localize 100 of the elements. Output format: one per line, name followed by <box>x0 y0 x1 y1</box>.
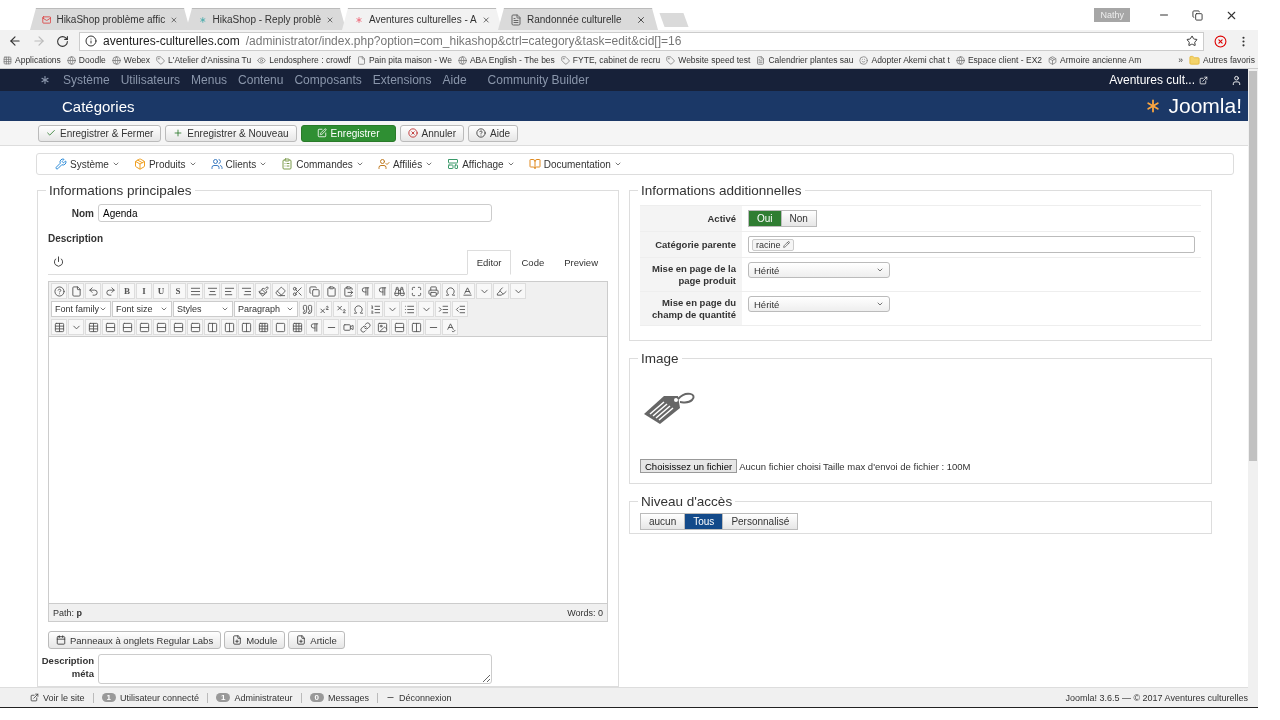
format-button[interactable]: U <box>153 283 169 299</box>
rows-icon[interactable] <box>170 319 186 335</box>
align-right-icon[interactable] <box>238 283 254 299</box>
table-icon[interactable] <box>85 319 101 335</box>
logout-link[interactable]: Déconnexion <box>386 692 460 703</box>
admin-menu-item[interactable]: Community Builder <box>487 73 589 87</box>
rows-icon[interactable] <box>136 319 152 335</box>
format-select[interactable]: Paragraph <box>234 301 298 317</box>
more-bookmarks[interactable]: » <box>1178 55 1184 65</box>
rich-text-editor[interactable]: B I U S Font family Font size Styles Paragraph Path: p Words: 0 <box>48 281 608 622</box>
toolbar-button[interactable]: Annuler <box>399 124 464 142</box>
rows-icon[interactable] <box>153 319 169 335</box>
format-button[interactable]: I <box>136 283 152 299</box>
status-item[interactable]: 1 Administrateur <box>216 692 302 703</box>
paste-icon[interactable] <box>323 283 339 299</box>
new-document-icon[interactable] <box>68 283 84 299</box>
bookmark[interactable]: Pain pita maison - We <box>356 55 452 65</box>
columns-icon[interactable] <box>408 319 424 335</box>
text-color-icon[interactable] <box>459 283 475 299</box>
editor-button[interactable]: Panneaux à onglets Regular Labs <box>48 631 222 649</box>
admin-menu-item[interactable]: Extensions <box>372 73 432 87</box>
toggle-option[interactable]: Non <box>780 210 817 227</box>
print-icon[interactable] <box>425 283 441 299</box>
site-link[interactable]: Aventures cult... <box>1109 73 1208 87</box>
format-select[interactable]: Font size <box>112 301 172 317</box>
rows-icon[interactable] <box>187 319 203 335</box>
component-menu-item[interactable]: Produits <box>133 158 197 170</box>
bookmark[interactable]: Applications <box>3 55 61 65</box>
parent-category-field[interactable]: racine <box>748 236 1195 253</box>
copy-icon[interactable] <box>306 283 322 299</box>
admin-menu-item[interactable]: Contenu <box>238 73 284 87</box>
browser-tab[interactable]: HikaShop - Reply problè <box>186 8 346 30</box>
subscript-icon[interactable] <box>333 301 349 317</box>
layout-select[interactable]: Hérité <box>748 262 890 278</box>
pilcrow-icon[interactable] <box>357 283 373 299</box>
bookmark-folder[interactable]: Autres favoris <box>1189 54 1255 66</box>
admin-menu-item[interactable]: Aide <box>442 73 467 87</box>
image-icon[interactable] <box>374 319 390 335</box>
media-icon[interactable] <box>340 319 356 335</box>
power-icon[interactable] <box>53 256 64 267</box>
bullet-list-icon[interactable] <box>401 301 417 317</box>
admin-menu-item[interactable]: Menus <box>191 73 228 87</box>
character-icon[interactable] <box>350 301 366 317</box>
format-select[interactable]: Styles <box>173 301 233 317</box>
choose-file-button[interactable]: Choisissez un fichier <box>640 459 738 473</box>
component-menu-item[interactable]: Affiliés <box>377 158 434 170</box>
highlighter-icon[interactable] <box>493 283 509 299</box>
browser-tab[interactable]: Aventures culturelles - A <box>342 8 502 30</box>
editor-button[interactable]: Article <box>288 631 345 649</box>
bookmark[interactable]: L'Atelier d'Anissina Tu <box>156 55 252 65</box>
editor-tab[interactable]: Editor <box>466 250 512 275</box>
redo-icon[interactable] <box>102 283 118 299</box>
view-site-link[interactable]: Voir le site <box>30 692 94 703</box>
access-option[interactable]: aucun <box>640 513 686 530</box>
pilcrow-icon[interactable] <box>306 319 322 335</box>
bookmark[interactable]: FYTE, cabinet de recru <box>560 55 661 65</box>
indent-icon[interactable] <box>435 301 451 317</box>
rows-icon[interactable] <box>391 319 407 335</box>
undo-icon[interactable] <box>85 283 101 299</box>
toggle-option[interactable]: Oui <box>748 210 782 227</box>
admin-menu-item[interactable]: Composants <box>294 73 362 87</box>
eraser-icon[interactable] <box>272 283 288 299</box>
bookmark[interactable]: Website speed test <box>666 55 751 65</box>
bookmark[interactable]: Adopter Akemi chat t <box>859 55 950 65</box>
fullscreen-icon[interactable] <box>408 283 424 299</box>
status-item[interactable]: 0 Messages <box>309 692 378 703</box>
component-menu-item[interactable]: Commandes <box>281 158 364 170</box>
editor-button[interactable]: Module <box>224 631 286 649</box>
toolbar-button[interactable]: Enregistrer & Fermer <box>38 124 162 142</box>
format-select[interactable]: Font family <box>51 301 111 317</box>
help-icon[interactable] <box>51 283 67 299</box>
grid-icon[interactable] <box>255 319 271 335</box>
admin-menu-item[interactable]: Utilisateurs <box>120 73 181 87</box>
columns-icon[interactable] <box>204 319 220 335</box>
rows-icon[interactable] <box>102 319 118 335</box>
meta-description-field[interactable] <box>98 654 492 684</box>
name-field[interactable]: Agenda <box>98 204 492 222</box>
grid-icon[interactable] <box>289 319 305 335</box>
outdent-icon[interactable] <box>452 301 468 317</box>
format-button[interactable]: B <box>119 283 135 299</box>
status-item[interactable]: 1 Utilisateur connecté <box>101 692 209 703</box>
ordered-list-icon[interactable] <box>367 301 383 317</box>
bookmark[interactable]: Lendosphere : crowdf <box>257 55 351 65</box>
address-bar[interactable]: aventures-culturelles.com /administrator/index.php?option=com_hikashop&ctrl=category&task=edit&cid[]=16 <box>79 31 1204 51</box>
superscript-icon[interactable] <box>316 301 332 317</box>
rows-icon[interactable] <box>119 319 135 335</box>
cut-icon[interactable] <box>289 283 305 299</box>
omega-icon[interactable] <box>442 283 458 299</box>
align-left-icon[interactable] <box>221 283 237 299</box>
link-icon[interactable] <box>357 319 373 335</box>
spellcheck-icon[interactable] <box>442 319 458 335</box>
justify-icon[interactable] <box>187 283 203 299</box>
bookmark[interactable]: ABA English - The bes <box>457 55 555 65</box>
component-menu-item[interactable]: Clients <box>210 158 268 170</box>
align-center-icon[interactable] <box>204 283 220 299</box>
bookmark[interactable]: Calendrier plantes sau <box>756 55 854 65</box>
paste-text-icon[interactable] <box>340 283 356 299</box>
quote-icon[interactable] <box>299 301 315 317</box>
table-icon[interactable] <box>51 319 67 335</box>
square-icon[interactable] <box>272 319 288 335</box>
